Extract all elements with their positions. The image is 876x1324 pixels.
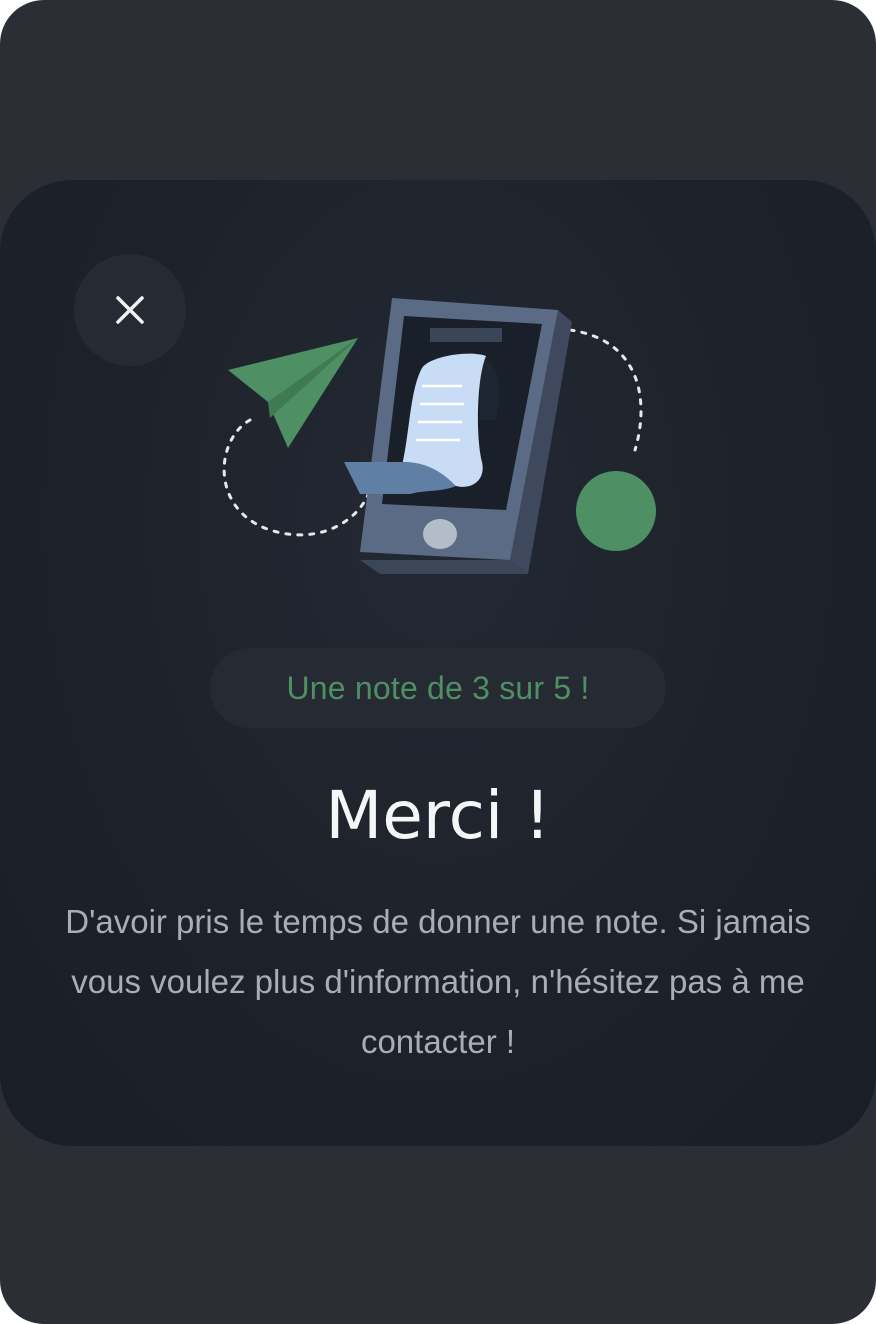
thank-you-dialog: Une note de 3 sur 5 ! Merci ! D'avoir pr… xyxy=(0,180,876,1146)
rating-badge: Une note de 3 sur 5 ! xyxy=(210,648,666,728)
rating-text: Une note de 3 sur 5 ! xyxy=(286,669,590,706)
modal-backdrop: Une note de 3 sur 5 ! Merci ! D'avoir pr… xyxy=(0,0,876,1324)
close-icon xyxy=(116,296,144,324)
dialog-message: D'avoir pris le temps de donner une note… xyxy=(65,903,811,1060)
close-button[interactable] xyxy=(74,254,186,366)
phone-receipt-illustration xyxy=(222,298,656,574)
dialog-title: Merci ! xyxy=(325,777,551,854)
